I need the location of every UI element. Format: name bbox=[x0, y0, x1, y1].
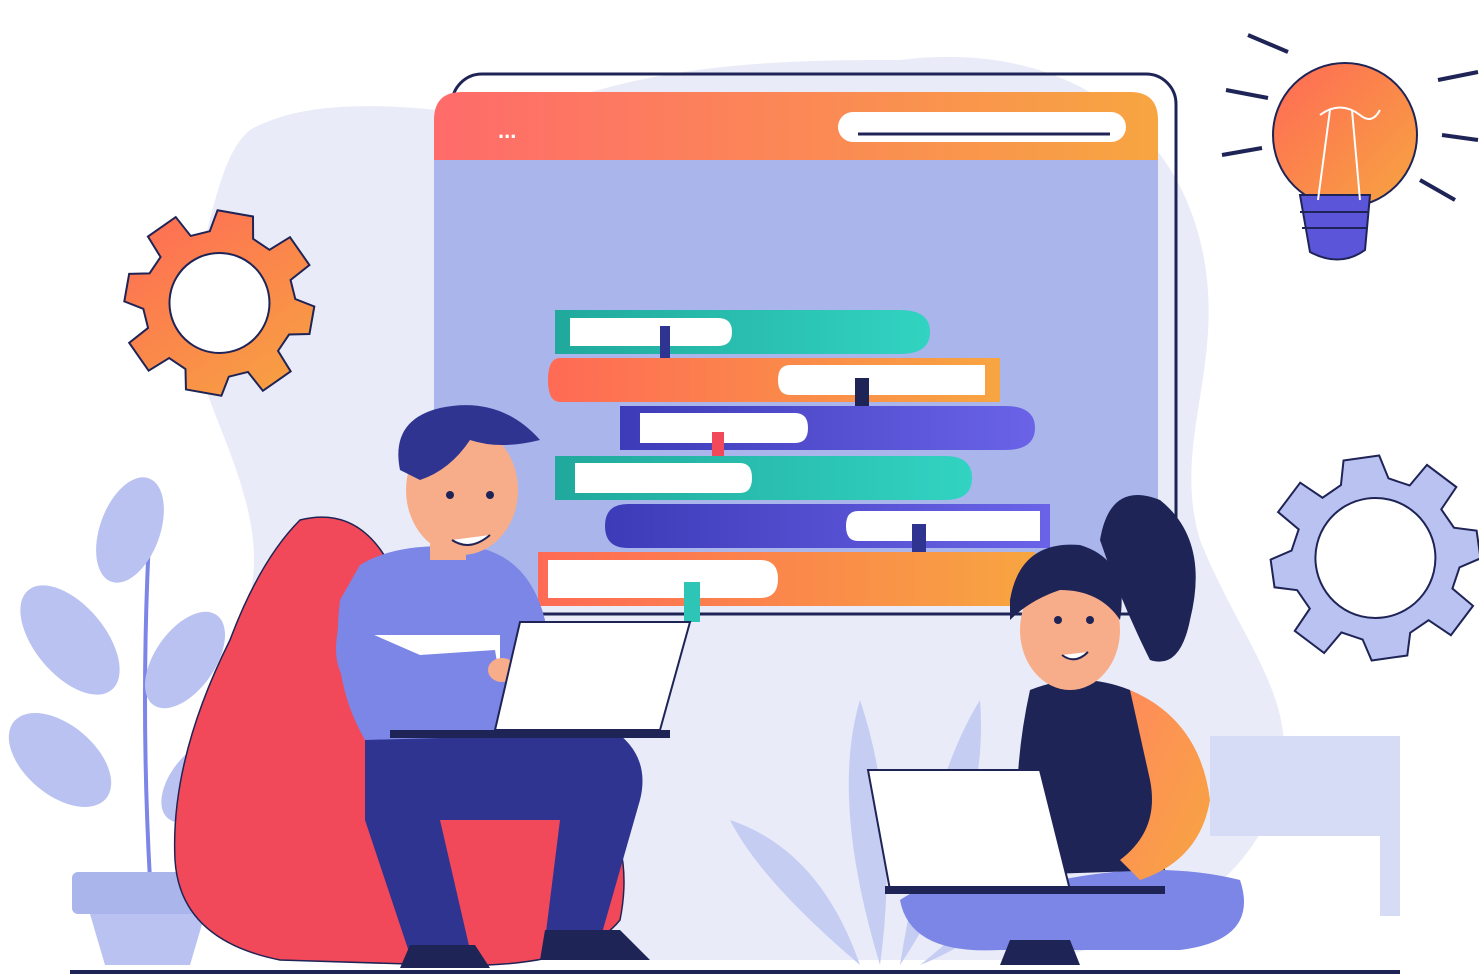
lightbulb-icon bbox=[1221, 33, 1479, 261]
gear-right-icon bbox=[1269, 454, 1479, 662]
address-bar bbox=[838, 112, 1126, 142]
menu-dots-icon: ... bbox=[498, 118, 516, 143]
hero-illustration: ... bbox=[8, 33, 1479, 974]
